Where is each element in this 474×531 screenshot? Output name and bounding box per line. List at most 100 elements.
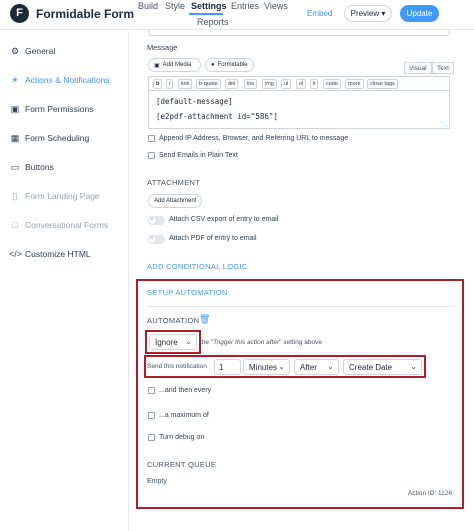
tab-text[interactable]: Text bbox=[432, 62, 454, 74]
tab-visual[interactable]: Visual bbox=[404, 62, 432, 74]
hint-prefix: the " bbox=[200, 339, 214, 346]
debug-checkbox[interactable] bbox=[148, 434, 155, 441]
automation-hint: the "Trigger this action after" setting … bbox=[200, 339, 322, 346]
automation-heading: AUTOMATION bbox=[147, 316, 200, 325]
maximum-checkbox[interactable] bbox=[148, 412, 155, 419]
top-bar: F Formidable Form ⌄ Build Style Settings… bbox=[0, 0, 474, 30]
sidebar-item-conversational-forms[interactable]: □ Conversational Forms bbox=[9, 218, 108, 232]
message-line: [e2pdf-attachment id="586"] bbox=[156, 112, 278, 121]
sidebar-item-label: Customize HTML bbox=[25, 249, 91, 259]
date-field-value: Create Date bbox=[349, 362, 393, 372]
active-tab-indicator bbox=[189, 13, 223, 15]
update-button[interactable]: Update bbox=[400, 5, 439, 22]
hint-suffix: " setting above bbox=[279, 339, 322, 346]
trash-icon[interactable]: 🗑 bbox=[199, 314, 210, 325]
append-ip-checkbox[interactable] bbox=[148, 135, 155, 142]
formidable-logo-icon[interactable]: F bbox=[10, 4, 29, 23]
message-textarea[interactable]: [default-message] [e2pdf-attachment id="… bbox=[148, 90, 450, 129]
close-icon: × bbox=[150, 236, 154, 242]
setup-automation-link[interactable]: SETUP AUTOMATION bbox=[147, 288, 228, 297]
sidebar-item-actions-notifications[interactable]: ☀ Actions & Notifications bbox=[9, 73, 110, 87]
formidable-label: Formidable bbox=[217, 62, 248, 68]
toolbar-li[interactable]: li bbox=[310, 79, 319, 89]
toolbar-code[interactable]: code bbox=[323, 79, 341, 89]
pdf-toggle[interactable]: × bbox=[148, 235, 165, 244]
sidebar-item-label: Form Landing Page bbox=[25, 191, 100, 201]
calendar-icon: ▦ bbox=[10, 132, 20, 143]
maximum-label: ...a maximum of bbox=[159, 412, 209, 419]
sidebar-item-form-landing-page[interactable]: ▯ Form Landing Page bbox=[9, 189, 100, 203]
csv-toggle[interactable]: × bbox=[148, 216, 165, 225]
button-icon: ▭ bbox=[10, 161, 20, 172]
chevron-down-icon: ⌄ bbox=[410, 362, 417, 371]
add-media-label: Add Media bbox=[162, 62, 192, 68]
sidebar-item-customize-html[interactable]: </> Customize HTML bbox=[9, 247, 91, 261]
divider bbox=[147, 306, 454, 307]
then-every-checkbox[interactable] bbox=[148, 387, 155, 394]
add-attachment-button[interactable]: Add Attachment bbox=[148, 194, 203, 208]
sidebar-item-form-permissions[interactable]: ▣ Form Permissions bbox=[9, 102, 94, 116]
toolbar-bold[interactable]: b bbox=[153, 79, 163, 89]
delay-amount-input[interactable]: 1 bbox=[214, 359, 241, 375]
csv-label: Attach CSV export of entry to email bbox=[169, 216, 279, 223]
sidebar-item-label: Buttons bbox=[25, 162, 54, 172]
current-queue-heading: CURRENT QUEUE bbox=[147, 460, 217, 469]
toolbar-del[interactable]: del bbox=[225, 79, 239, 89]
add-media-button[interactable]: ▣ Add Media bbox=[148, 58, 201, 72]
settings-sidebar: ⚙ General ☀ Actions & Notifications ▣ Fo… bbox=[0, 31, 129, 531]
toolbar-close-tags[interactable]: close tags bbox=[367, 79, 398, 89]
relation-value: After bbox=[300, 362, 317, 372]
automation-mode-value: Ignore bbox=[155, 337, 178, 347]
pdf-label: Attach PDF of entry to email bbox=[169, 235, 257, 242]
resize-handle-icon[interactable]: ⋱ bbox=[441, 121, 447, 128]
automation-mode-select[interactable]: Ignore ⌄ bbox=[149, 334, 197, 350]
preview-button[interactable]: Preview ▾ bbox=[344, 5, 392, 22]
sidebar-item-general[interactable]: ⚙ General bbox=[9, 44, 55, 58]
file-icon: ▯ bbox=[12, 190, 18, 201]
gear-icon: ⚙ bbox=[10, 45, 20, 56]
toolbar-more[interactable]: more bbox=[345, 79, 364, 89]
tab-reports[interactable]: Reports bbox=[197, 17, 229, 27]
append-ip-label: Append IP Address, Browser, and Referrin… bbox=[159, 135, 349, 142]
attachment-heading: ATTACHMENT bbox=[147, 178, 201, 187]
editor-toolbar: b i link b-quote del ins img ul ol li co… bbox=[148, 76, 450, 90]
then-every-label: ...and then every bbox=[159, 387, 212, 394]
sidebar-item-buttons[interactable]: ▭ Buttons bbox=[9, 160, 54, 174]
toolbar-img[interactable]: img bbox=[262, 79, 277, 89]
hint-emphasis: Trigger this action after bbox=[213, 339, 280, 346]
toolbar-ul[interactable]: ul bbox=[281, 79, 292, 89]
plain-text-checkbox[interactable] bbox=[148, 152, 155, 159]
delay-unit-select[interactable]: Minutes ⌄ bbox=[243, 359, 290, 375]
code-icon: </> bbox=[9, 249, 23, 259]
toolbar-blockquote[interactable]: b-quote bbox=[196, 79, 221, 89]
embed-link[interactable]: Embed bbox=[307, 9, 332, 18]
debug-label: Turn debug on bbox=[159, 434, 205, 441]
lock-icon: ▣ bbox=[10, 103, 20, 114]
tab-views[interactable]: Views bbox=[264, 1, 288, 11]
sidebar-item-label: General bbox=[25, 46, 56, 56]
tab-settings[interactable]: Settings bbox=[191, 1, 227, 11]
queue-status: Empty bbox=[147, 478, 167, 485]
chevron-down-icon: ▾ bbox=[381, 9, 386, 18]
relation-select[interactable]: After ⌄ bbox=[294, 359, 339, 375]
toolbar-italic[interactable]: i bbox=[166, 79, 174, 89]
tab-style[interactable]: Style bbox=[165, 1, 185, 11]
sidebar-item-form-scheduling[interactable]: ▦ Form Scheduling bbox=[9, 131, 90, 145]
sidebar-item-label: Form Scheduling bbox=[25, 133, 90, 143]
media-icon: ▣ bbox=[154, 62, 160, 69]
date-field-select[interactable]: Create Date ⌄ bbox=[343, 359, 422, 375]
toolbar-ins[interactable]: ins bbox=[244, 79, 258, 89]
formidable-shortcodes-button[interactable]: ● Formidable bbox=[205, 58, 254, 72]
delay-unit-value: Minutes bbox=[249, 362, 278, 372]
chevron-down-icon[interactable]: ⌄ bbox=[116, 6, 124, 17]
add-conditional-logic-link[interactable]: ADD CONDITIONAL LOGIC bbox=[147, 262, 248, 271]
subject-input[interactable] bbox=[148, 30, 450, 36]
close-icon: × bbox=[150, 217, 154, 223]
sidebar-item-label: Actions & Notifications bbox=[25, 75, 110, 85]
chevron-down-icon: ⌄ bbox=[185, 337, 192, 346]
toolbar-link[interactable]: link bbox=[178, 79, 193, 89]
tab-build[interactable]: Build bbox=[138, 1, 158, 11]
toolbar-ol[interactable]: ol bbox=[296, 79, 307, 89]
send-notification-label: Send this notification bbox=[147, 363, 207, 370]
tab-entries[interactable]: Entries bbox=[231, 1, 259, 11]
